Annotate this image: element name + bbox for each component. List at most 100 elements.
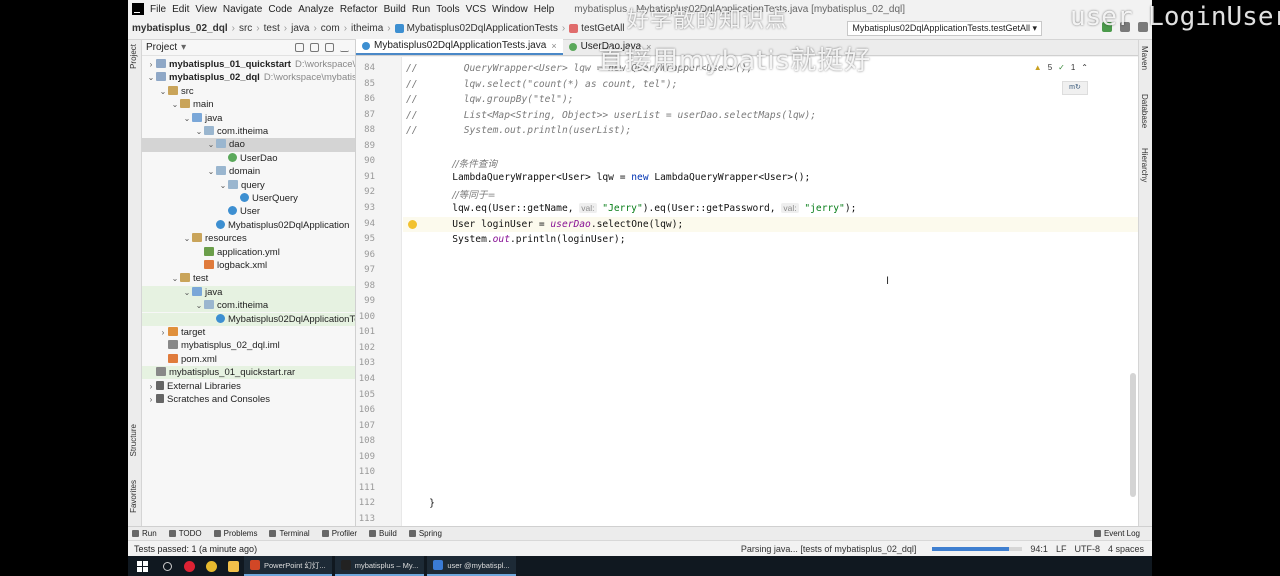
breadcrumb-item[interactable]: com: [321, 23, 340, 34]
tree-row[interactable]: ⌄ dao: [142, 138, 355, 152]
chevron-down-icon[interactable]: ⌄: [158, 85, 168, 98]
line-separator[interactable]: LF: [1056, 544, 1067, 554]
code-line[interactable]: // lqw.select("count(*) as count, tel");: [406, 79, 677, 90]
project-view-select[interactable]: Project: [146, 42, 177, 53]
tool-window-run[interactable]: Run: [132, 529, 157, 538]
code-line[interactable]: }: [406, 498, 435, 509]
menu-item-code[interactable]: Code: [268, 4, 292, 15]
editor-tab[interactable]: Mybatisplus02DqlApplicationTests.java ×: [356, 39, 563, 55]
tree-row[interactable]: › target: [142, 326, 355, 339]
menu-item-analyze[interactable]: Analyze: [298, 4, 334, 15]
tree-row[interactable]: Mybatisplus02DqlApplicationTests: [142, 312, 355, 326]
tree-row[interactable]: ⌄ domain: [142, 165, 355, 178]
menu-item-edit[interactable]: Edit: [172, 4, 189, 15]
tool-window-problems[interactable]: Problems: [213, 529, 257, 538]
breadcrumb-item[interactable]: src: [239, 23, 252, 34]
menu-item-build[interactable]: Build: [384, 4, 406, 15]
chrome-icon[interactable]: [200, 556, 222, 576]
code-editor[interactable]: 84 85 86 87 88 89 90 91 92 93 94 95 96 97 98 99 100 101 10…: [356, 57, 1138, 526]
chevron-right-icon[interactable]: ›: [146, 380, 156, 393]
tool-tab-structure[interactable]: Structure: [129, 424, 138, 456]
chevron-down-icon[interactable]: ⌄: [194, 299, 204, 312]
tree-row[interactable]: ⌄ java: [142, 285, 355, 300]
tree-row[interactable]: ⌄ test: [142, 272, 355, 285]
breadcrumb-item[interactable]: itheima: [351, 23, 383, 34]
tool-window-profiler[interactable]: Profiler: [321, 529, 357, 538]
tree-row[interactable]: User: [142, 205, 355, 218]
caret-position[interactable]: 94:1: [1030, 544, 1048, 554]
intention-bulb-icon[interactable]: [408, 219, 417, 229]
code-line[interactable]: lqw.eq(User::getName, val: "Jerry").eq(U…: [406, 202, 856, 214]
tree-row[interactable]: application.yml: [142, 246, 355, 259]
inspection-widget[interactable]: ▲ 5 ✓ 1 ⌃: [1034, 63, 1088, 72]
tree-row[interactable]: UserQuery: [142, 192, 355, 205]
run-configuration-select[interactable]: Mybatisplus02DqlApplicationTests.testGet…: [847, 21, 1042, 36]
tree-row[interactable]: ⌄ main: [142, 98, 355, 111]
breadcrumb-item[interactable]: test: [264, 23, 280, 34]
breadcrumb-item[interactable]: Mybatisplus02DqlApplicationTests: [394, 23, 558, 34]
tree-row[interactable]: › mybatisplus_01_quickstartD:\workspace\m…: [142, 58, 355, 71]
chevron-down-icon[interactable]: ⌄: [218, 179, 228, 192]
editor-scrollbar[interactable]: [1130, 373, 1136, 497]
collapse-all-icon[interactable]: [310, 43, 319, 52]
status-message[interactable]: Tests passed: 1 (a minute ago): [134, 544, 257, 554]
tree-row[interactable]: ⌄ java: [142, 112, 355, 125]
taskbar-app[interactable]: PowerPoint 幻灯...: [244, 556, 332, 576]
taskbar-app[interactable]: mybatisplus – My...: [334, 556, 425, 576]
chevron-down-icon[interactable]: ⌄: [170, 272, 180, 285]
menu-item-vcs[interactable]: VCS: [466, 4, 487, 15]
locate-icon[interactable]: [295, 43, 304, 52]
tree-row[interactable]: ⌄ com.itheima: [142, 299, 355, 313]
chevron-right-icon[interactable]: ›: [146, 58, 156, 71]
tree-row[interactable]: logback.xml: [142, 259, 355, 272]
chevron-down-icon[interactable]: ⌄: [182, 286, 192, 299]
menu-item-file[interactable]: File: [150, 4, 166, 15]
tree-row[interactable]: ⌄ com.itheima: [142, 125, 355, 138]
chevron-down-icon[interactable]: ⌄: [170, 98, 180, 111]
chevron-right-icon[interactable]: ›: [158, 326, 168, 339]
tree-row[interactable]: ⌄ mybatisplus_02_dqlD:\workspace\mybatisp…: [142, 71, 355, 84]
tool-tab-hierarchy[interactable]: Hierarchy: [1140, 148, 1149, 182]
tool-tab-project[interactable]: Project: [129, 44, 138, 69]
menu-item-view[interactable]: View: [195, 4, 217, 15]
tree-row[interactable]: ⌄ src: [142, 85, 355, 98]
chevron-down-icon[interactable]: ⌄: [182, 232, 192, 245]
tree-row[interactable]: ⌄ query: [142, 179, 355, 192]
windows-start-icon[interactable]: [128, 556, 156, 576]
tree-row[interactable]: › Scratches and Consoles: [142, 393, 355, 406]
chevron-down-icon[interactable]: ⌄: [206, 138, 216, 151]
tool-window-terminal[interactable]: Terminal: [269, 529, 310, 538]
tree-row[interactable]: › External Libraries: [142, 380, 355, 393]
menu-item-tools[interactable]: Tools: [436, 4, 459, 15]
tool-window-spring[interactable]: Spring: [408, 529, 442, 538]
menu-item-navigate[interactable]: Navigate: [223, 4, 262, 15]
code-line[interactable]: // List<Map<String, Object>> userList = …: [406, 110, 816, 121]
menu-item-help[interactable]: Help: [534, 4, 555, 15]
tool-window-todo[interactable]: TODO: [168, 529, 202, 538]
code-line[interactable]: LambdaQueryWrapper<User> lqw = new Lambd…: [406, 172, 810, 183]
tree-row[interactable]: pom.xml: [142, 353, 355, 366]
360-browser-icon[interactable]: [178, 556, 200, 576]
chevron-down-icon[interactable]: ⌄: [182, 112, 192, 125]
taskbar-app[interactable]: user @mybatispl...: [427, 556, 516, 576]
chevron-right-icon[interactable]: ›: [146, 393, 156, 406]
chevron-down-icon[interactable]: ⌄: [146, 71, 156, 84]
chevron-down-icon[interactable]: ⌄: [206, 165, 216, 178]
maven-reload-icon[interactable]: m↻: [1062, 81, 1088, 95]
breadcrumb-item[interactable]: java: [291, 23, 309, 34]
file-encoding[interactable]: UTF-8: [1074, 544, 1100, 554]
menu-item-refactor[interactable]: Refactor: [340, 4, 378, 15]
file-explorer-icon[interactable]: [222, 556, 244, 576]
tool-tab-favorites[interactable]: Favorites: [129, 480, 138, 513]
tree-row[interactable]: ⌄ resources: [142, 232, 355, 245]
code-line[interactable]: //条件查询: [406, 156, 497, 170]
background-task-label[interactable]: Parsing java... [tests of mybatisplus_02…: [741, 544, 917, 554]
tool-tab-maven[interactable]: Maven: [1140, 46, 1149, 70]
event-log-button[interactable]: Event Log: [1093, 529, 1140, 538]
tree-row[interactable]: UserDao: [142, 152, 355, 165]
breadcrumb-item[interactable]: mybatisplus_02_dql: [132, 23, 228, 34]
menu-item-run[interactable]: Run: [412, 4, 430, 15]
indent-setting[interactable]: 4 spaces: [1108, 544, 1144, 554]
chevron-down-icon[interactable]: ⌄: [194, 125, 204, 138]
tree-row[interactable]: mybatisplus_02_dql.iml: [142, 339, 355, 352]
